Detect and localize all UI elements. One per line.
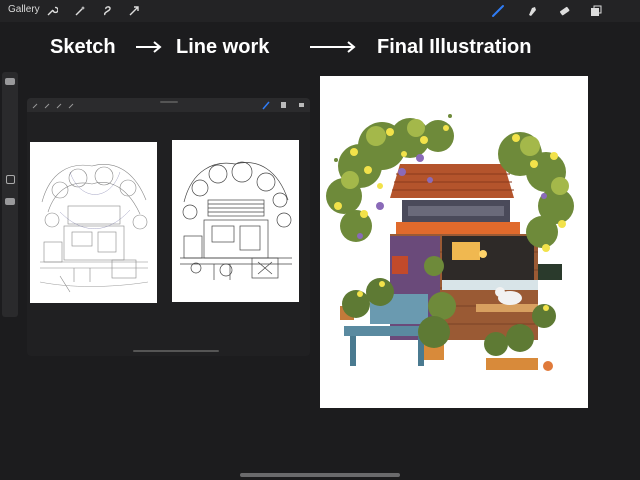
selection-icon[interactable] [100, 3, 116, 19]
home-indicator[interactable] [240, 473, 400, 477]
headline-sketch: Sketch [50, 36, 116, 58]
brush-size-slider[interactable] [5, 78, 15, 85]
sketch-linework-canvas [27, 98, 310, 356]
wrench-icon[interactable] [44, 3, 60, 19]
opacity-slider[interactable] [5, 198, 15, 205]
final-illustration [320, 76, 588, 408]
brush-icon[interactable] [489, 2, 507, 20]
eraser-icon[interactable] [555, 2, 573, 20]
top-toolbar: Gallery [0, 0, 640, 22]
sketch-page [30, 142, 157, 303]
linework-page [172, 140, 299, 302]
brush-sidebar [2, 72, 18, 317]
arrow-right-icon [310, 41, 356, 53]
headline-linework: Line work [176, 36, 270, 58]
headline-final: Final Illustration [377, 36, 532, 58]
modify-button[interactable] [6, 175, 15, 184]
transform-icon[interactable] [126, 3, 142, 19]
gallery-button[interactable]: Gallery [8, 4, 40, 15]
bottom-scroll-handle[interactable] [133, 350, 219, 352]
smudge-icon[interactable] [523, 2, 541, 20]
magic-wand-icon[interactable] [72, 3, 88, 19]
arrow-right-icon [136, 41, 162, 53]
layers-icon[interactable] [587, 2, 605, 20]
